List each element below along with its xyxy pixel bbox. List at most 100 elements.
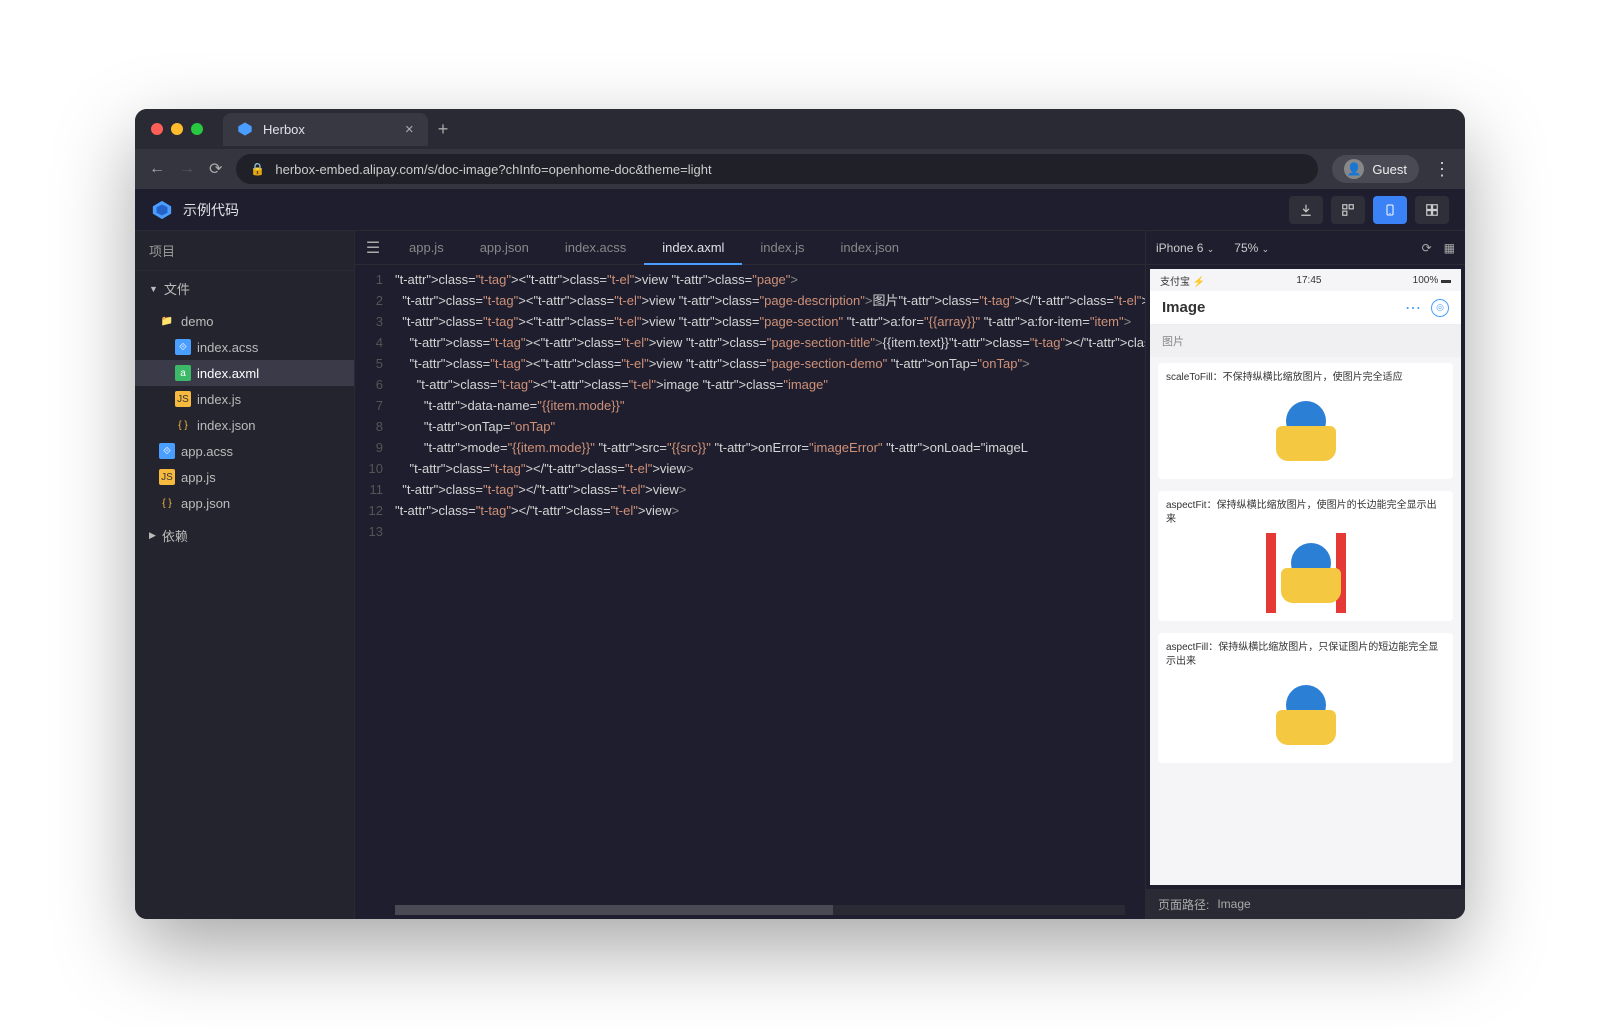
chevron-down-icon: ⌄	[1262, 244, 1270, 254]
file-app-js[interactable]: JS app.js	[135, 464, 354, 490]
folder-demo[interactable]: 📁 demo	[135, 308, 354, 334]
deps-label: 依赖	[162, 526, 188, 545]
file-name: index.json	[197, 418, 256, 433]
preview-footer: 页面路径: Image	[1146, 889, 1465, 919]
js-file-icon: JS	[175, 391, 191, 407]
browser-tab[interactable]: Herbox ×	[223, 113, 428, 146]
device-selector[interactable]: iPhone 6 ⌄	[1156, 241, 1214, 255]
grid-view-button[interactable]	[1415, 196, 1449, 224]
sidebar-section-deps[interactable]: ▶ 依赖	[135, 518, 354, 553]
window-controls	[151, 123, 203, 135]
back-icon[interactable]: ←	[149, 160, 165, 178]
tab-title: Herbox	[263, 122, 305, 137]
page-description: 图片	[1150, 325, 1461, 357]
mascot-image	[1276, 538, 1336, 608]
tab-index-acss[interactable]: index.acss	[547, 231, 644, 265]
mascot-image	[1271, 396, 1341, 466]
image-preview	[1266, 391, 1346, 471]
minimize-window-button[interactable]	[171, 123, 183, 135]
card-aspectfill: aspectFill：保持纵横比缩放图片，只保证图片的短边能完全显示出来	[1158, 633, 1453, 763]
sidebar-header: 项目	[135, 231, 354, 271]
card-scaletofill: scaleToFill：不保持纵横比缩放图片，使图片完全适应	[1158, 363, 1453, 479]
json-file-icon: { }	[175, 417, 191, 433]
preview-toolbar: iPhone 6 ⌄ 75% ⌄ ⟳ ▦	[1146, 231, 1465, 265]
page-title: Image	[1162, 299, 1405, 316]
scrollbar-thumb[interactable]	[395, 905, 833, 915]
close-window-button[interactable]	[151, 123, 163, 135]
files-label: 文件	[164, 279, 190, 298]
js-file-icon: JS	[159, 469, 175, 485]
sidebar-section-files[interactable]: ▼ 文件	[135, 271, 354, 306]
hamburger-icon[interactable]: ☰	[355, 238, 391, 258]
sidebar: 项目 ▼ 文件 📁 demo ⟐ index.acss a index.axml	[135, 231, 355, 919]
zoom-selector[interactable]: 75% ⌄	[1234, 241, 1269, 255]
editor-area: ☰ app.js app.json index.acss index.axml …	[355, 231, 1465, 919]
close-tab-icon[interactable]: ×	[405, 121, 414, 138]
file-app-json[interactable]: { } app.json	[135, 490, 354, 516]
file-index-json[interactable]: { } index.json	[135, 412, 354, 438]
tab-app-js[interactable]: app.js	[391, 231, 462, 265]
battery-label: 100% ▬	[1413, 275, 1451, 286]
titlebar: Herbox × +	[135, 109, 1465, 149]
file-name: index.js	[197, 392, 241, 407]
chevron-down-icon: ⌄	[1207, 244, 1215, 254]
browser-menu-icon[interactable]: ⋮	[1433, 159, 1451, 180]
mascot-image	[1271, 680, 1341, 750]
file-index-js[interactable]: JS index.js	[135, 386, 354, 412]
code-editor[interactable]: 12345678910111213 "t-attr">class="t-tag"…	[355, 265, 1145, 905]
page-path-label: 页面路径:	[1158, 896, 1209, 913]
herbox-favicon-icon	[237, 121, 253, 137]
chevron-right-icon: ▶	[149, 530, 156, 541]
address-bar[interactable]: 🔒 herbox-embed.alipay.com/s/doc-image?ch…	[236, 154, 1318, 184]
code-column: ☰ app.js app.json index.acss index.axml …	[355, 231, 1145, 919]
folder-icon: 📁	[159, 313, 175, 329]
target-icon[interactable]: ◎	[1431, 299, 1449, 317]
json-file-icon: { }	[159, 495, 175, 511]
axml-file-icon: a	[175, 365, 191, 381]
editor-tabs: ☰ app.js app.json index.acss index.axml …	[355, 231, 1145, 265]
chevron-down-icon: ▼	[149, 284, 158, 294]
file-app-acss[interactable]: ⟐ app.acss	[135, 438, 354, 464]
reload-icon[interactable]: ⟳	[209, 159, 222, 179]
tab-index-json[interactable]: index.json	[823, 231, 918, 265]
tab-index-axml[interactable]: index.axml	[644, 231, 742, 265]
app-header: 示例代码	[135, 189, 1465, 231]
more-icon[interactable]: ⋯	[1405, 298, 1421, 318]
file-name: app.json	[181, 496, 230, 511]
horizontal-scrollbar[interactable]	[395, 905, 1125, 915]
css-file-icon: ⟐	[175, 339, 191, 355]
browser-window: Herbox × + ← → ⟳ 🔒 herbox-embed.alipay.c…	[135, 109, 1465, 919]
file-index-acss[interactable]: ⟐ index.acss	[135, 334, 354, 360]
maximize-window-button[interactable]	[191, 123, 203, 135]
phone-statusbar: 支付宝 ⚡ 17:45 100% ▬	[1150, 269, 1461, 291]
time-label: 17:45	[1205, 275, 1412, 286]
header-actions	[1289, 196, 1449, 224]
card-aspectfit: aspectFit：保持纵横比缩放图片，使图片的长边能完全显示出来	[1158, 491, 1453, 621]
carrier-label: 支付宝 ⚡	[1160, 273, 1205, 288]
tab-index-js[interactable]: index.js	[742, 231, 822, 265]
preview-panel: iPhone 6 ⌄ 75% ⌄ ⟳ ▦ 支付宝 ⚡ 17:45 100% ▬	[1145, 231, 1465, 919]
refresh-preview-icon[interactable]: ⟳	[1422, 241, 1432, 255]
url-text: herbox-embed.alipay.com/s/doc-image?chIn…	[275, 162, 1304, 177]
card-title: aspectFit：保持纵横比缩放图片，使图片的长边能完全显示出来	[1166, 499, 1445, 527]
file-tree: 📁 demo ⟐ index.acss a index.axml JS inde…	[135, 306, 354, 518]
profile-button[interactable]: 👤 Guest	[1332, 155, 1419, 183]
guest-avatar-icon: 👤	[1344, 159, 1364, 179]
file-index-axml[interactable]: a index.axml	[135, 360, 354, 386]
folder-name: demo	[181, 314, 214, 329]
qrcode-button[interactable]	[1331, 196, 1365, 224]
new-tab-button[interactable]: +	[438, 119, 449, 140]
preview-grid-icon[interactable]: ▦	[1444, 241, 1455, 255]
herbox-logo-icon	[151, 199, 173, 221]
red-bar-left	[1266, 533, 1276, 613]
page-path-value: Image	[1217, 897, 1250, 911]
tab-app-json[interactable]: app.json	[462, 231, 547, 265]
forward-icon: →	[179, 160, 195, 178]
guest-label: Guest	[1372, 162, 1407, 177]
download-button[interactable]	[1289, 196, 1323, 224]
card-title: scaleToFill：不保持纵横比缩放图片，使图片完全适应	[1166, 371, 1445, 385]
mobile-view-button[interactable]	[1373, 196, 1407, 224]
navbar: ← → ⟳ 🔒 herbox-embed.alipay.com/s/doc-im…	[135, 149, 1465, 189]
image-preview	[1266, 533, 1346, 613]
image-preview	[1266, 675, 1346, 755]
